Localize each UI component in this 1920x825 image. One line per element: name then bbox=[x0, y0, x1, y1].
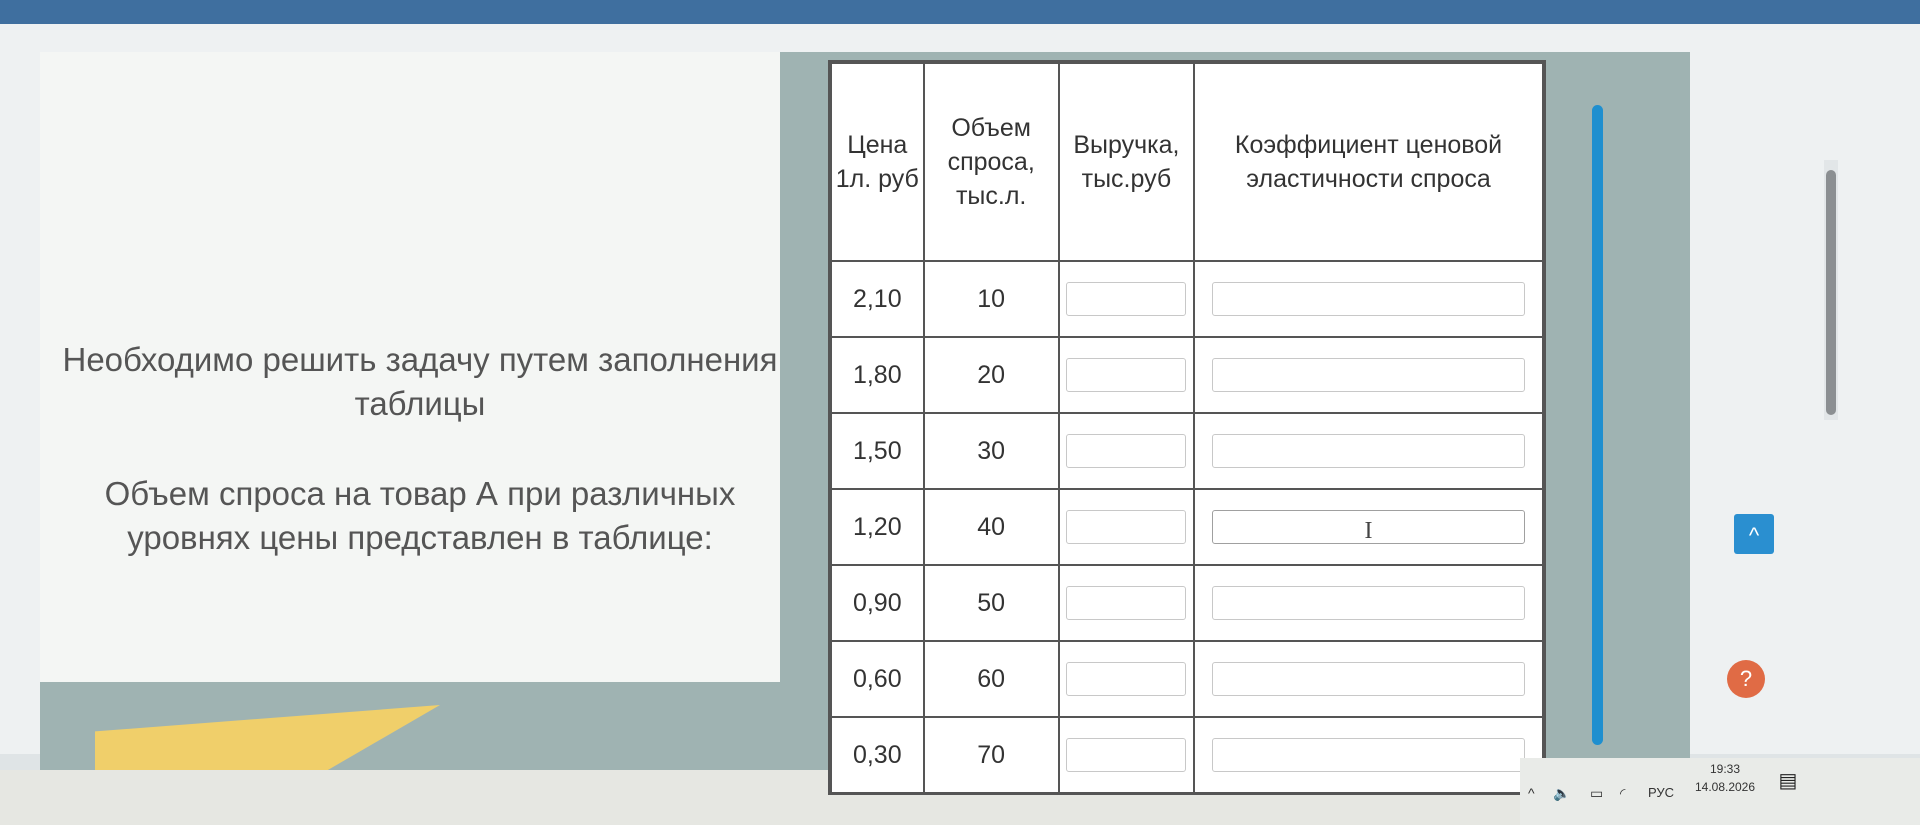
revenue-input[interactable] bbox=[1066, 434, 1187, 468]
elasticity-input[interactable] bbox=[1212, 358, 1525, 392]
table-row: 0,30 70 bbox=[830, 716, 1544, 794]
volume-icon[interactable]: 🔈 bbox=[1553, 785, 1570, 802]
table-header-row: Цена 1л. руб Объем спроса, тыс.л. Выручк… bbox=[830, 62, 1544, 262]
notification-icon[interactable]: ▤ bbox=[1773, 768, 1803, 796]
table-row: 1,80 20 bbox=[830, 336, 1544, 414]
volume-cell: 10 bbox=[922, 260, 1060, 338]
price-cell: 1,80 bbox=[830, 336, 925, 414]
task-instruction: Необходимо решить задачу путем заполнени… bbox=[62, 341, 778, 422]
table-row: 0,90 50 bbox=[830, 564, 1544, 642]
table-row: 1,20 40 I bbox=[830, 488, 1544, 566]
price-cell: 0,60 bbox=[830, 640, 925, 718]
elasticity-cell bbox=[1193, 336, 1544, 414]
tray-clock[interactable]: 19:33 14.08.2026 bbox=[1690, 760, 1760, 796]
window-top-bar bbox=[0, 0, 1920, 24]
elasticity-input[interactable] bbox=[1212, 662, 1525, 696]
volume-cell: 70 bbox=[922, 716, 1060, 794]
elasticity-input[interactable] bbox=[1212, 282, 1525, 316]
price-cell: 1,20 bbox=[830, 488, 925, 566]
elasticity-cell bbox=[1193, 260, 1544, 338]
revenue-cell bbox=[1057, 412, 1196, 490]
volume-cell: 30 bbox=[922, 412, 1060, 490]
revenue-input[interactable] bbox=[1066, 738, 1187, 772]
tray-date: 14.08.2026 bbox=[1694, 780, 1756, 794]
table-row: 2,10 10 bbox=[830, 260, 1544, 338]
elasticity-cell bbox=[1193, 716, 1544, 794]
price-cell: 0,90 bbox=[830, 564, 925, 642]
wifi-icon[interactable]: ◜ bbox=[1620, 785, 1625, 802]
volume-cell: 60 bbox=[922, 640, 1060, 718]
revenue-cell bbox=[1057, 564, 1196, 642]
scroll-up-button[interactable]: ^ bbox=[1734, 514, 1774, 554]
header-volume: Объем спроса, тыс.л. bbox=[922, 62, 1060, 262]
battery-icon[interactable]: ▭ bbox=[1590, 785, 1603, 802]
task-description: Объем спроса на товар А при различных ур… bbox=[104, 475, 736, 556]
revenue-input[interactable] bbox=[1066, 358, 1187, 392]
price-cell: 0,30 bbox=[830, 716, 925, 794]
header-revenue: Выручка, тыс.руб bbox=[1057, 62, 1196, 262]
table-row: 1,50 30 bbox=[830, 412, 1544, 490]
slide-scroll-indicator[interactable] bbox=[1592, 105, 1603, 745]
revenue-input[interactable] bbox=[1066, 510, 1187, 544]
revenue-input[interactable] bbox=[1066, 586, 1187, 620]
elasticity-cell bbox=[1193, 564, 1544, 642]
elasticity-input[interactable] bbox=[1212, 586, 1525, 620]
page-scrollbar-thumb[interactable] bbox=[1826, 170, 1836, 415]
revenue-cell bbox=[1057, 260, 1196, 338]
table-row: 0,60 60 bbox=[830, 640, 1544, 718]
help-button[interactable]: ? bbox=[1727, 660, 1765, 698]
demand-table-container: Цена 1л. руб Объем спроса, тыс.л. Выручк… bbox=[828, 60, 1546, 795]
demand-table: Цена 1л. руб Объем спроса, тыс.л. Выручк… bbox=[830, 62, 1544, 794]
volume-cell: 20 bbox=[922, 336, 1060, 414]
header-elasticity: Коэффициент ценовой эластичности спроса bbox=[1193, 62, 1544, 262]
price-cell: 1,50 bbox=[830, 412, 925, 490]
tray-chevron-icon[interactable]: ^ bbox=[1528, 785, 1535, 801]
revenue-cell bbox=[1057, 336, 1196, 414]
price-cell: 2,10 bbox=[830, 260, 925, 338]
elasticity-cell bbox=[1193, 640, 1544, 718]
language-indicator[interactable]: РУС bbox=[1648, 785, 1674, 800]
revenue-input[interactable] bbox=[1066, 662, 1187, 696]
active-input-holder: I bbox=[1195, 510, 1542, 544]
elasticity-input-active[interactable] bbox=[1212, 510, 1525, 544]
volume-cell: 50 bbox=[922, 564, 1060, 642]
elasticity-cell bbox=[1193, 412, 1544, 490]
revenue-input[interactable] bbox=[1066, 282, 1187, 316]
elasticity-input[interactable] bbox=[1212, 738, 1525, 772]
tray-time: 19:33 bbox=[1709, 762, 1741, 776]
revenue-cell bbox=[1057, 716, 1196, 794]
elasticity-cell: I bbox=[1193, 488, 1544, 566]
elasticity-input[interactable] bbox=[1212, 434, 1525, 468]
revenue-cell bbox=[1057, 488, 1196, 566]
revenue-cell bbox=[1057, 640, 1196, 718]
volume-cell: 40 bbox=[922, 488, 1060, 566]
header-price: Цена 1л. руб bbox=[830, 62, 925, 262]
